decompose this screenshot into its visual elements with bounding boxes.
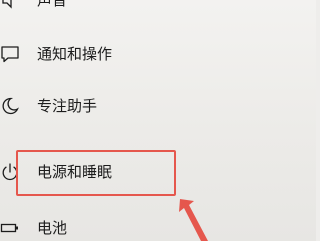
nav-item-label: 专注助手 <box>37 97 98 115</box>
nav-item-focus-assist[interactable]: 专注助手 <box>0 84 190 128</box>
notification-icon <box>0 44 20 64</box>
nav-item-battery[interactable]: 电池 <box>0 206 190 241</box>
nav-item-label: 通知和操作 <box>37 45 113 63</box>
speaker-icon <box>0 0 20 10</box>
highlight-box <box>16 150 176 196</box>
nav-item-label: 电池 <box>37 219 68 237</box>
nav-item-notifications[interactable]: 通知和操作 <box>0 32 190 76</box>
settings-page: 声音 通知和操作 专注助手 电源和睡眠 电池 <box>0 0 316 241</box>
pointer-arrow-icon <box>179 199 208 241</box>
nav-item-sound[interactable]: 声音 <box>0 0 190 22</box>
moon-icon <box>0 96 20 116</box>
nav-item-label: 声音 <box>37 0 68 9</box>
battery-icon <box>0 218 20 238</box>
